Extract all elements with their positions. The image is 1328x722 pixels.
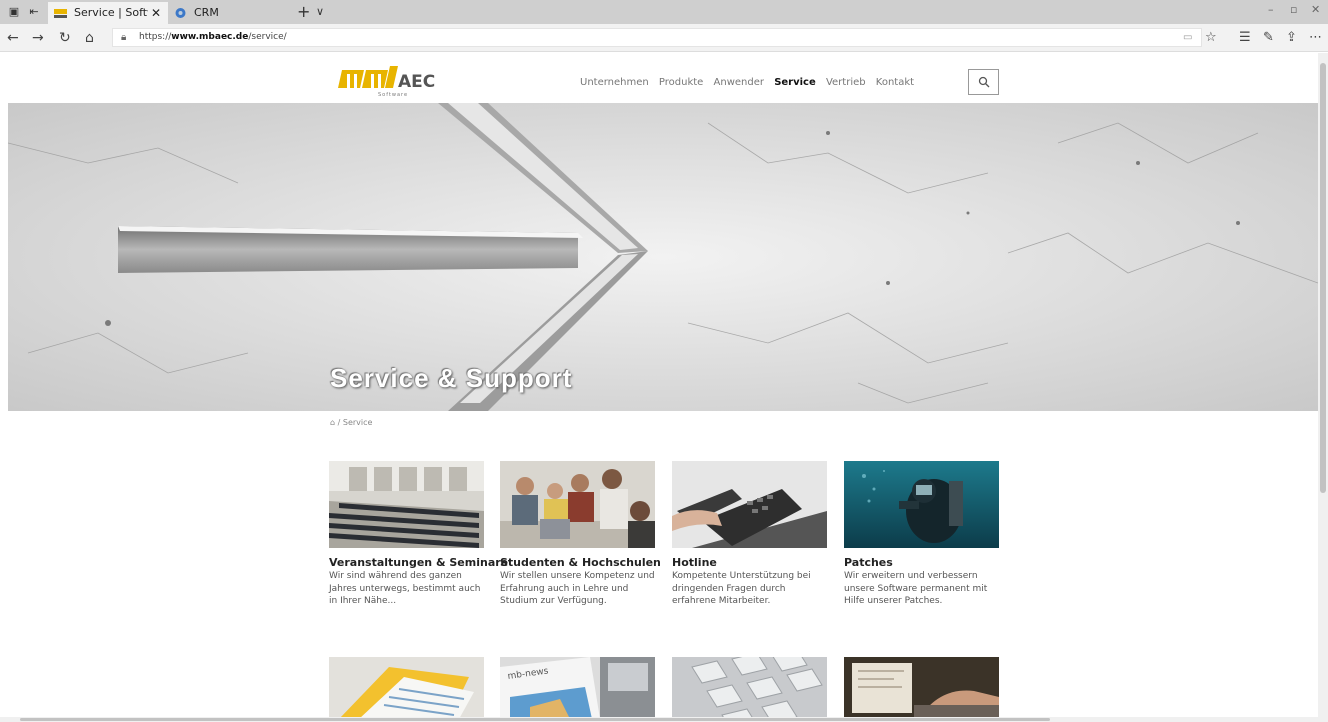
share-icon[interactable]: ⇪ (1286, 29, 1297, 47)
main-navigation: Unternehmen Produkte Anwender Service Ve… (580, 77, 921, 88)
url-prefix: https:// (139, 32, 172, 42)
tab-close-icon[interactable]: ✕ (151, 2, 161, 24)
card-title[interactable]: Hotline (672, 556, 827, 569)
card-title[interactable]: Studenten & Hochschulen (500, 556, 661, 569)
students-image (500, 461, 655, 548)
url-path: /service/ (248, 32, 287, 42)
scrollbar-thumb[interactable] (1320, 63, 1326, 493)
card-image-typing[interactable] (844, 657, 999, 717)
address-bar-row: ← → ↻ ⌂ 🔒︎ https://www.mbaec.de/service/… (0, 24, 1328, 52)
telephone-image (672, 461, 827, 548)
nav-item-unternehmen[interactable]: Unternehmen (580, 77, 649, 88)
nav-item-kontakt[interactable]: Kontakt (876, 77, 914, 88)
browser-tab-bar: ▣ ⇤ Service | Software für Ar ✕ CRM + ∨ … (0, 0, 1328, 24)
web-page: AEC Software Unternehmen Produkte Anwend… (0, 53, 1318, 717)
tab-crm[interactable]: CRM (168, 2, 288, 24)
tab-preview-toggle-icon[interactable]: ∨ (316, 2, 324, 22)
concrete-arrow-image (8, 103, 1318, 411)
tab-title: CRM (194, 6, 219, 19)
crm-favicon-icon (175, 8, 186, 18)
diver-image (844, 461, 999, 548)
svg-text:AEC: AEC (398, 72, 435, 92)
close-window-button[interactable]: ✕ (1311, 3, 1320, 16)
card-hotline[interactable]: Hotline Kompetente Unterstützung bei dri… (672, 461, 827, 608)
search-button[interactable] (968, 69, 999, 95)
breadcrumb-current: Service (342, 418, 373, 427)
reading-view-icon[interactable]: ▭ (1183, 29, 1192, 47)
mbaec-favicon-icon (54, 9, 67, 18)
nav-item-service[interactable]: Service (774, 77, 816, 88)
seminar-room-image (329, 461, 484, 548)
home-icon[interactable]: ⌂ (330, 418, 335, 427)
set-aside-tabs-icon[interactable]: ⇤ (26, 4, 42, 20)
tab-title: Service | Software für Ar (74, 6, 148, 19)
card-veranstaltungen[interactable]: Veranstaltungen & Seminare Wir sind währ… (329, 461, 508, 608)
card-description: Wir erweitern und verbessern unsere Soft… (844, 571, 988, 606)
hero-banner: Service & Support (8, 103, 1318, 411)
refresh-icon[interactable]: ↻ (59, 29, 71, 47)
lock-icon: 🔒︎ (121, 32, 127, 43)
forward-icon[interactable]: → (32, 29, 44, 47)
more-icon[interactable]: ⋯ (1309, 29, 1322, 47)
favorites-hub-icon[interactable]: ☰ (1239, 29, 1251, 47)
url-field[interactable]: 🔒︎ https://www.mbaec.de/service/ (112, 28, 1202, 47)
card-image-mb-news[interactable]: mb-news (500, 657, 655, 717)
card-image-keyboard[interactable] (672, 657, 827, 717)
card-studenten[interactable]: Studenten & Hochschulen Wir stellen unse… (500, 461, 661, 608)
card-description: Wir sind während des ganzen Jahres unter… (329, 571, 481, 606)
nav-item-anwender[interactable]: Anwender (714, 77, 764, 88)
svg-text:Software: Software (378, 92, 408, 98)
pen-icon[interactable]: ✎ (1263, 29, 1274, 47)
search-icon (978, 76, 990, 88)
breadcrumb: ⌂ / Service (330, 418, 372, 427)
url-host: www.mbaec.de (171, 32, 249, 42)
tab-service[interactable]: Service | Software für Ar ✕ (48, 2, 168, 24)
hero-title: Service & Support (330, 363, 573, 393)
card-description: Wir stellen unsere Kompetenz und Erfahru… (500, 571, 655, 606)
card-title[interactable]: Patches (844, 556, 999, 569)
card-description: Kompetente Unterstützung bei dringenden … (672, 571, 811, 606)
new-tab-button[interactable]: + (297, 2, 310, 22)
favorite-star-icon[interactable]: ☆ (1205, 29, 1217, 47)
maximize-button[interactable]: ▫ (1290, 3, 1297, 16)
nav-item-produkte[interactable]: Produkte (659, 77, 703, 88)
horizontal-scrollbar[interactable] (0, 717, 1328, 722)
tab-actions-icon[interactable]: ▣ (6, 4, 22, 20)
site-header: AEC Software Unternehmen Produkte Anwend… (0, 53, 1318, 103)
card-title[interactable]: Veranstaltungen & Seminare (329, 556, 508, 569)
mbaec-logo[interactable]: AEC Software (338, 66, 438, 98)
scrollbar-thumb[interactable] (20, 718, 1050, 721)
nav-item-vertrieb[interactable]: Vertrieb (826, 77, 866, 88)
card-patches[interactable]: Patches Wir erweitern und verbessern uns… (844, 461, 999, 608)
vertical-scrollbar[interactable] (1318, 53, 1328, 717)
card-image-documents[interactable] (329, 657, 484, 717)
home-icon[interactable]: ⌂ (85, 29, 94, 47)
breadcrumb-separator: / (337, 418, 341, 427)
back-icon[interactable]: ← (7, 29, 19, 47)
minimize-button[interactable]: – (1268, 3, 1274, 16)
